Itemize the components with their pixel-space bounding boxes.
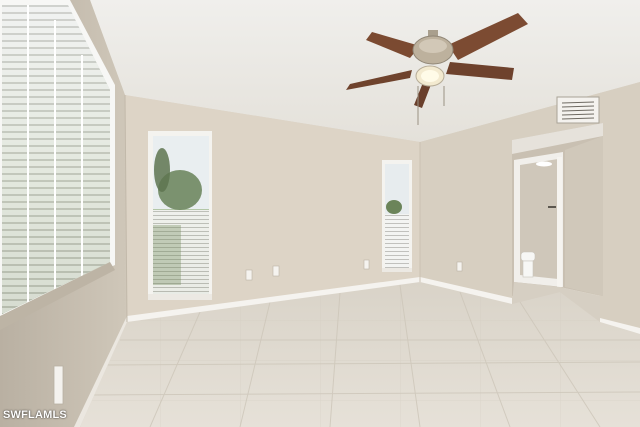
room-illustration <box>0 0 640 427</box>
back-window-right <box>382 160 412 272</box>
room-photo: SWFLAMLS <box>0 0 640 427</box>
hallway-doorway <box>512 123 603 322</box>
air-vent <box>556 96 600 124</box>
hall-light <box>536 161 552 167</box>
towel-bar <box>548 206 556 208</box>
wall-outlet-3 <box>363 259 370 270</box>
wall-outlet-left <box>53 365 64 405</box>
toilet-icon <box>520 251 536 278</box>
wall-outlet-2 <box>272 265 280 277</box>
watermark: SWFLAMLS <box>3 409 67 421</box>
back-window-left <box>148 131 212 300</box>
wall-outlet-1 <box>245 269 253 281</box>
wall-outlet-4 <box>456 261 463 272</box>
